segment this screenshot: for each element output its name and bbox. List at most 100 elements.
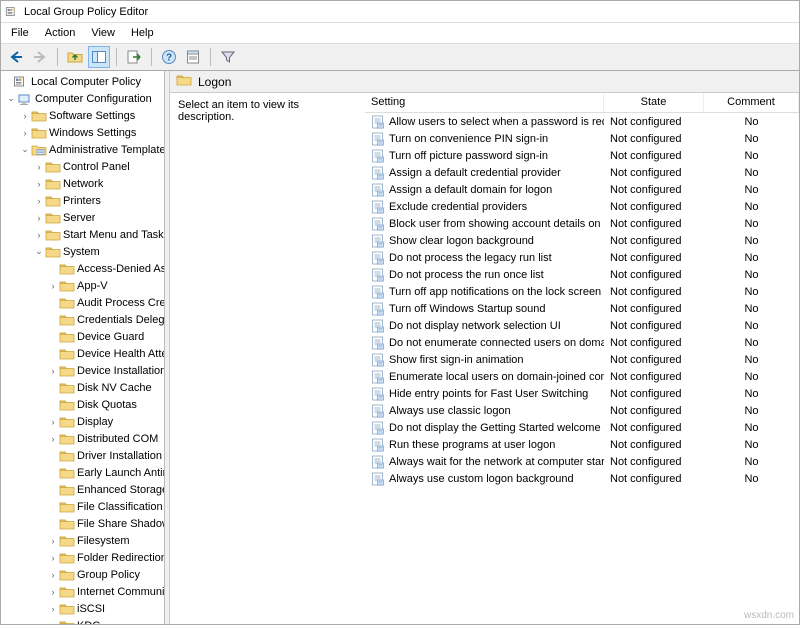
tree-item[interactable]: ›Filesystem xyxy=(1,532,164,549)
tree-item[interactable]: Enhanced Storage A xyxy=(1,481,164,498)
policy-state: Not configured xyxy=(604,303,704,315)
column-setting[interactable]: Setting xyxy=(365,93,604,112)
tree-windows-settings[interactable]: ›Windows Settings xyxy=(1,124,164,141)
up-one-level-button[interactable] xyxy=(64,46,86,68)
expander-icon[interactable]: › xyxy=(47,417,59,427)
show-hide-tree-button[interactable] xyxy=(88,46,110,68)
policy-row[interactable]: Assign a default domain for logonNot con… xyxy=(365,181,799,198)
tree-item[interactable]: ›App-V xyxy=(1,277,164,294)
tree-root[interactable]: Local Computer Policy xyxy=(1,73,164,90)
expander-icon[interactable]: › xyxy=(47,434,59,444)
separator xyxy=(210,48,211,66)
expander-icon[interactable]: › xyxy=(47,587,59,597)
expander-icon[interactable]: ⌄ xyxy=(19,144,31,155)
policy-row[interactable]: Always wait for the network at computer … xyxy=(365,453,799,470)
tree-admin-templates[interactable]: ⌄Administrative Templates xyxy=(1,141,164,158)
policy-row[interactable]: Show clear logon backgroundNot configure… xyxy=(365,232,799,249)
menu-view[interactable]: View xyxy=(83,25,123,41)
tree-software-settings[interactable]: › Software Settings xyxy=(1,107,164,124)
tree-item[interactable]: KDC xyxy=(1,617,164,624)
policy-row[interactable]: Do not process the legacy run listNot co… xyxy=(365,249,799,266)
expander-icon[interactable]: › xyxy=(19,128,31,138)
menu-file[interactable]: File xyxy=(3,25,37,41)
properties-button[interactable] xyxy=(182,46,204,68)
policy-name: Assign a default credential provider xyxy=(389,167,561,179)
console-tree[interactable]: Local Computer Policy⌄Computer Configura… xyxy=(1,71,165,624)
tree-item[interactable]: Early Launch Antima xyxy=(1,464,164,481)
policy-name: Block user from showing account details … xyxy=(389,218,604,230)
menu-help[interactable]: Help xyxy=(123,25,162,41)
forward-button[interactable] xyxy=(29,46,51,68)
policy-row[interactable]: Block user from showing account details … xyxy=(365,215,799,232)
tree-item[interactable]: ›Network xyxy=(1,175,164,192)
expander-icon[interactable]: ⌄ xyxy=(5,93,17,104)
tree-item[interactable]: ›Server xyxy=(1,209,164,226)
tree-item[interactable]: ›Control Panel xyxy=(1,158,164,175)
policy-row[interactable]: Hide entry points for Fast User Switchin… xyxy=(365,385,799,402)
tree-item[interactable]: Driver Installation xyxy=(1,447,164,464)
policy-row[interactable]: Turn off Windows Startup soundNot config… xyxy=(365,300,799,317)
tree-system[interactable]: ⌄System xyxy=(1,243,164,260)
back-button[interactable] xyxy=(5,46,27,68)
tree-item[interactable]: ›Printers xyxy=(1,192,164,209)
tree-item[interactable]: ›Group Policy xyxy=(1,566,164,583)
folder-icon xyxy=(59,330,75,344)
tree-item[interactable]: File Share Shadow C xyxy=(1,515,164,532)
policy-row[interactable]: Exclude credential providersNot configur… xyxy=(365,198,799,215)
export-list-button[interactable] xyxy=(123,46,145,68)
expander-icon[interactable]: › xyxy=(33,179,45,189)
expander-icon[interactable]: › xyxy=(19,111,31,121)
policy-row[interactable]: Turn off picture password sign-inNot con… xyxy=(365,147,799,164)
tree-item[interactable]: Credentials Delegati xyxy=(1,311,164,328)
policy-row[interactable]: Do not enumerate connected users on doma… xyxy=(365,334,799,351)
help-button[interactable] xyxy=(158,46,180,68)
expander-icon[interactable]: › xyxy=(47,536,59,546)
tree-item[interactable]: ›Start Menu and Taskbar xyxy=(1,226,164,243)
column-state[interactable]: State xyxy=(604,93,704,112)
filter-button[interactable] xyxy=(217,46,239,68)
tree-item[interactable]: Device Guard xyxy=(1,328,164,345)
policy-row[interactable]: Do not display network selection UINot c… xyxy=(365,317,799,334)
tree-item[interactable]: Access-Denied Assis xyxy=(1,260,164,277)
tree-item[interactable]: ›Device Installation xyxy=(1,362,164,379)
tree-computer-configuration[interactable]: ⌄Computer Configuration xyxy=(1,90,164,107)
policy-row[interactable]: Assign a default credential providerNot … xyxy=(365,164,799,181)
policy-name: Assign a default domain for logon xyxy=(389,184,552,196)
tree-item-label: Software Settings xyxy=(49,110,135,122)
tree-item[interactable]: ›Display xyxy=(1,413,164,430)
expander-icon[interactable]: › xyxy=(33,162,45,172)
expander-icon[interactable]: › xyxy=(47,366,59,376)
expander-icon[interactable]: › xyxy=(33,230,45,240)
policy-row[interactable]: Do not display the Getting Started welco… xyxy=(365,419,799,436)
menu-action[interactable]: Action xyxy=(37,25,84,41)
tree-item[interactable]: ›Internet Communic xyxy=(1,583,164,600)
tree-item[interactable]: Disk Quotas xyxy=(1,396,164,413)
tree-item[interactable]: ›iSCSI xyxy=(1,600,164,617)
tree-item[interactable]: ›Distributed COM xyxy=(1,430,164,447)
pane-splitter[interactable] xyxy=(165,71,170,624)
tree-item[interactable]: Audit Process Creati xyxy=(1,294,164,311)
tree-item[interactable]: Device Health Attest xyxy=(1,345,164,362)
expander-icon[interactable]: › xyxy=(33,196,45,206)
policy-row[interactable]: Show first sign-in animationNot configur… xyxy=(365,351,799,368)
policy-row[interactable]: Do not process the run once listNot conf… xyxy=(365,266,799,283)
expander-icon[interactable]: › xyxy=(33,213,45,223)
policy-row[interactable]: Always use classic logonNot configuredNo xyxy=(365,402,799,419)
expander-icon[interactable]: › xyxy=(47,604,59,614)
policy-row[interactable]: Turn on convenience PIN sign-inNot confi… xyxy=(365,130,799,147)
policy-setting-icon xyxy=(371,404,385,418)
policy-row[interactable]: Always use custom logon backgroundNot co… xyxy=(365,470,799,487)
tree-item[interactable]: File Classification In xyxy=(1,498,164,515)
tree-item[interactable]: ›Folder Redirection xyxy=(1,549,164,566)
policy-row[interactable]: Run these programs at user logonNot conf… xyxy=(365,436,799,453)
expander-icon[interactable]: › xyxy=(47,553,59,563)
policy-comment: No xyxy=(704,201,799,213)
policy-row[interactable]: Turn off app notifications on the lock s… xyxy=(365,283,799,300)
column-comment[interactable]: Comment xyxy=(704,93,799,112)
policy-row[interactable]: Enumerate local users on domain-joined c… xyxy=(365,368,799,385)
expander-icon[interactable]: › xyxy=(47,281,59,291)
tree-item[interactable]: Disk NV Cache xyxy=(1,379,164,396)
expander-icon[interactable]: ⌄ xyxy=(33,246,45,257)
expander-icon[interactable]: › xyxy=(47,570,59,580)
policy-row[interactable]: Allow users to select when a password is… xyxy=(365,113,799,130)
